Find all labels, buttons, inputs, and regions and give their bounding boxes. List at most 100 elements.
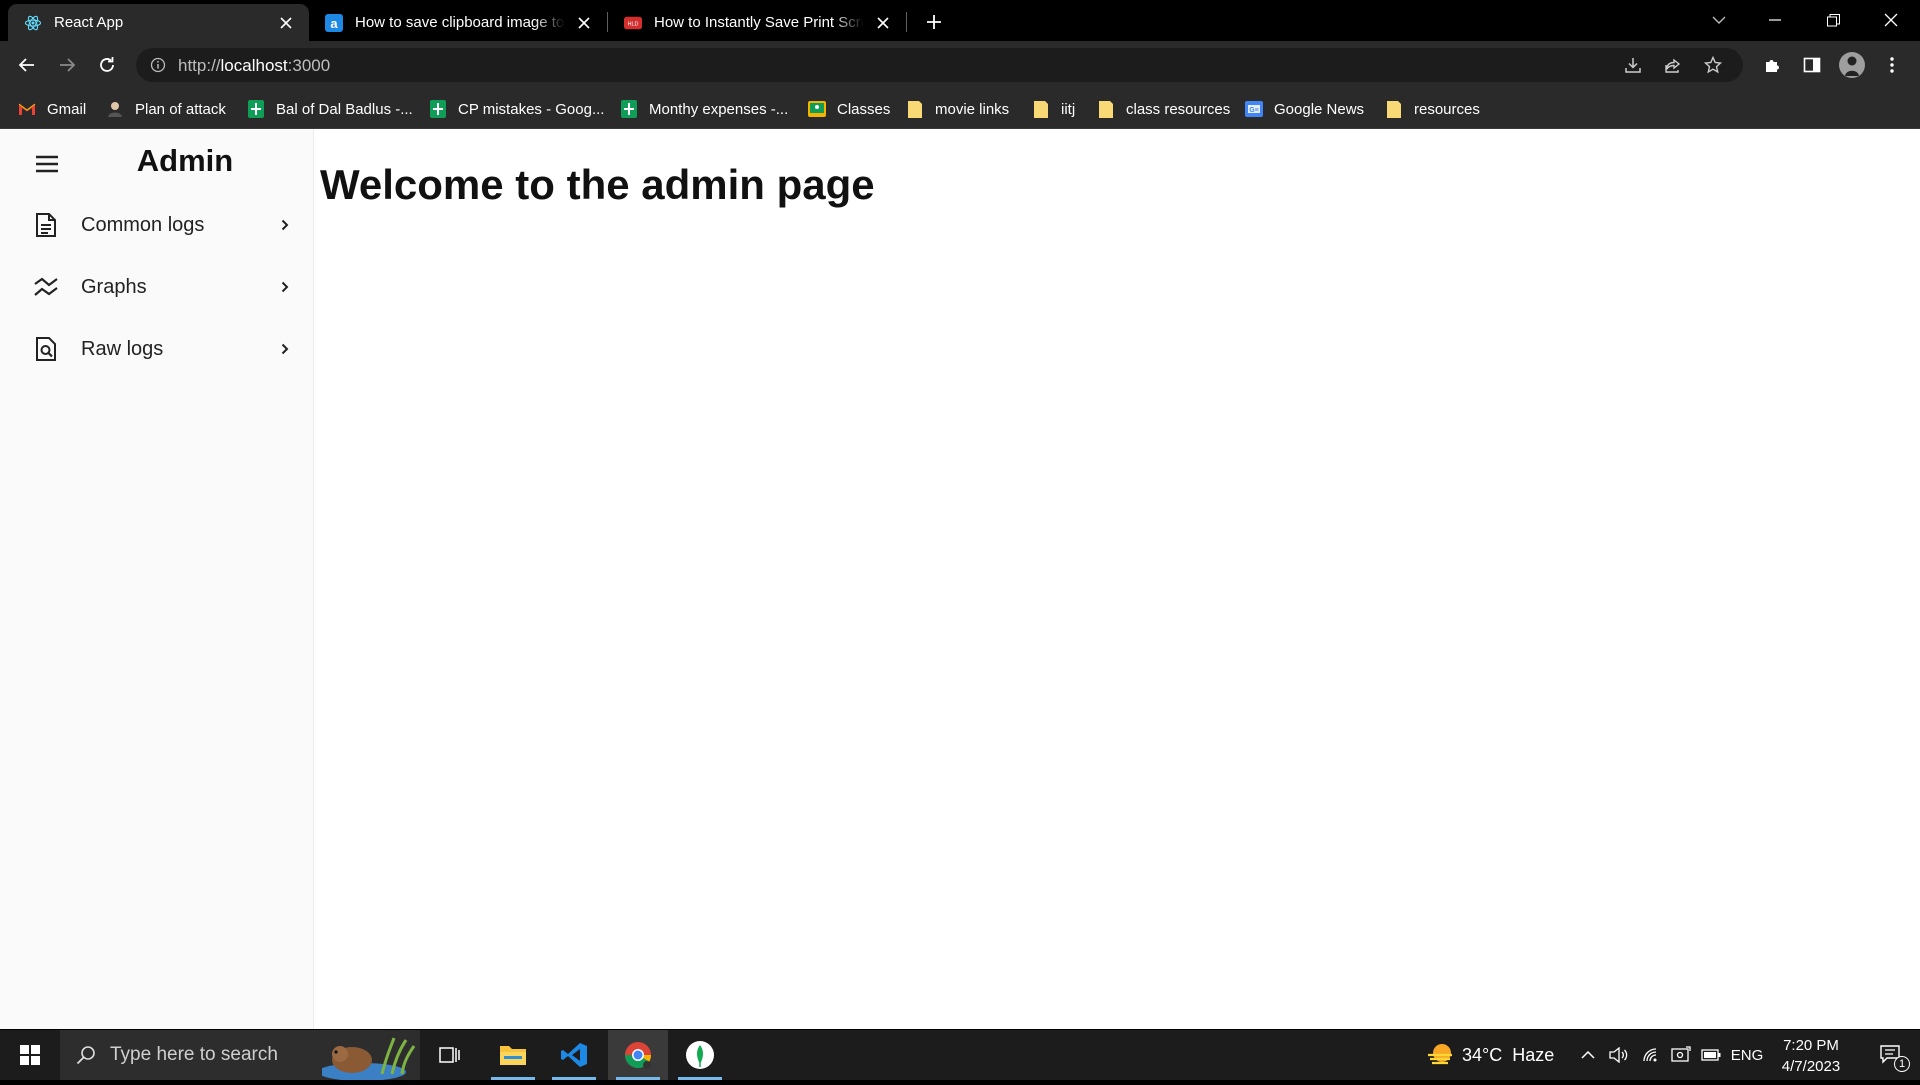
chevron-right-icon <box>278 342 292 356</box>
install-app-icon[interactable] <box>1624 56 1642 79</box>
address-bar[interactable]: http://localhost:3000 <box>136 48 1743 82</box>
restore-button[interactable] <box>1805 0 1861 40</box>
page-viewport: Admin Common logs Graphs Raw logs Welcom… <box>0 129 1920 1029</box>
windows-taskbar: Type here to search 34°C Haze ENG 7:20 P… <box>0 1030 1920 1081</box>
bookmark-class-resources[interactable]: class resources <box>1097 97 1230 121</box>
forward-button[interactable] <box>51 49 83 81</box>
bookmark-gmail[interactable]: Gmail <box>18 97 86 121</box>
nav-item-graphs[interactable]: Graphs <box>0 261 314 313</box>
sheets-icon <box>620 100 638 118</box>
weather-temperature: 34°C <box>1462 1045 1503 1065</box>
clock[interactable]: 7:20 PM 4/7/2023 <box>1766 1035 1856 1077</box>
profile-avatar[interactable] <box>1836 49 1868 81</box>
browser-tab-strip: React App a How to save clipboard image … <box>0 0 1920 41</box>
document-icon <box>32 211 60 239</box>
svg-text:HLD: HLD <box>628 21 639 27</box>
folder-icon <box>1032 100 1050 118</box>
wifi-icon <box>1643 1048 1657 1062</box>
nav-item-label: Raw logs <box>81 337 164 360</box>
search-document-icon <box>32 335 60 363</box>
extensions-button[interactable] <box>1756 49 1788 81</box>
tray-overflow-button[interactable] <box>1576 1030 1600 1080</box>
vscode-icon <box>561 1043 587 1067</box>
notification-center-button[interactable]: 1 <box>1866 1030 1916 1080</box>
bookmark-label: Google News <box>1274 100 1365 118</box>
minimize-button[interactable] <box>1747 0 1803 40</box>
volume-button[interactable] <box>1606 1030 1632 1080</box>
taskbar-vscode[interactable] <box>544 1030 604 1080</box>
side-panel-icon <box>1803 57 1821 73</box>
taskbar-mongodb-compass[interactable] <box>670 1030 730 1080</box>
tab-print-screen-video[interactable]: HLD How to Instantly Save Print Screen <box>608 4 906 41</box>
kebab-menu-icon <box>1890 57 1894 73</box>
device-icon <box>1671 1046 1691 1062</box>
clock-date: 4/7/2023 <box>1781 1058 1841 1075</box>
language-indicator[interactable]: ENG <box>1728 1030 1766 1080</box>
svg-text:G≡: G≡ <box>1249 107 1259 114</box>
share-icon[interactable] <box>1664 56 1682 79</box>
back-button[interactable] <box>11 49 43 81</box>
nav-item-common-logs[interactable]: Common logs <box>0 199 314 251</box>
page-heading: Welcome to the admin page <box>320 161 875 208</box>
new-tab-button[interactable] <box>920 8 948 36</box>
a-icon: a <box>325 13 343 32</box>
battery-icon <box>1701 1049 1721 1061</box>
bookmark-cp-mistakes[interactable]: CP mistakes - Goog... <box>429 97 604 121</box>
bookmark-bal-of-dal[interactable]: Bal of Dal Badlus -... <box>247 97 413 121</box>
folder-icon <box>500 1046 526 1065</box>
task-view-button[interactable] <box>420 1030 480 1080</box>
close-icon[interactable] <box>275 12 297 34</box>
tab-search-button[interactable] <box>1691 0 1747 40</box>
tab-separator <box>906 12 907 32</box>
bookmark-iitj[interactable]: iitj <box>1032 97 1075 121</box>
bookmark-movie-links[interactable]: movie links <box>906 97 1009 121</box>
tab-clipboard-article[interactable]: a How to save clipboard image to file <box>309 4 607 41</box>
taskbar-search-box[interactable]: Type here to search <box>60 1030 420 1081</box>
bookmark-google-news[interactable]: G≡ Google News <box>1245 97 1364 121</box>
windows-icon <box>20 1045 40 1065</box>
nav-item-raw-logs[interactable]: Raw logs <box>0 323 314 375</box>
bookmark-plan-of-attack[interactable]: Plan of attack <box>106 97 226 121</box>
avatar-icon <box>106 100 124 118</box>
app-title: Admin <box>136 143 234 178</box>
task-view-icon <box>439 1047 460 1063</box>
close-window-button[interactable] <box>1863 0 1919 40</box>
url-scheme: http:// <box>178 56 221 75</box>
video-icon: HLD <box>624 14 642 32</box>
bookmark-label: class resources <box>1126 100 1231 118</box>
bookmark-classes[interactable]: Classes <box>808 97 890 121</box>
tab-title: React App <box>54 14 124 31</box>
browser-toolbar: http://localhost:3000 <box>0 41 1920 89</box>
start-button[interactable] <box>0 1030 60 1080</box>
news-icon: G≡ <box>1245 100 1263 118</box>
chevron-down-icon <box>1712 16 1726 24</box>
info-icon[interactable] <box>150 57 166 78</box>
bookmark-resources[interactable]: resources <box>1385 97 1480 121</box>
battery-button[interactable] <box>1698 1030 1724 1080</box>
taskbar-file-explorer[interactable] <box>483 1030 543 1080</box>
chrome-icon <box>624 1042 652 1069</box>
device-button[interactable] <box>1668 1030 1694 1080</box>
bookmark-label: CP mistakes - Goog... <box>458 100 605 118</box>
browser-menu-button[interactable] <box>1876 49 1908 81</box>
star-icon[interactable] <box>1703 55 1723 79</box>
close-icon[interactable] <box>872 12 894 34</box>
weather-widget[interactable]: 34°C Haze <box>1462 1045 1554 1066</box>
nav-item-label: Graphs <box>81 275 147 298</box>
restore-icon <box>1826 13 1840 26</box>
tab-title: How to save clipboard image to file <box>355 14 565 31</box>
network-button[interactable] <box>1638 1030 1664 1080</box>
tab-react-app[interactable]: React App <box>8 4 309 41</box>
side-panel-button[interactable] <box>1796 49 1828 81</box>
folder-icon <box>1385 100 1403 118</box>
weather-icon[interactable] <box>1420 1030 1460 1080</box>
bookmark-monthly-expenses[interactable]: Monthy expenses -... <box>620 97 788 121</box>
bookmark-label: Monthy expenses -... <box>649 100 789 118</box>
taskbar-chrome[interactable] <box>608 1030 668 1080</box>
bookmarks-bar: Gmail Plan of attack Bal of Dal Badlus -… <box>0 89 1920 129</box>
notification-count-badge: 1 <box>1894 1056 1910 1072</box>
reload-button[interactable] <box>91 49 123 81</box>
close-icon[interactable] <box>573 12 595 34</box>
chevron-up-icon <box>1581 1051 1595 1059</box>
bookmark-label: Gmail <box>47 100 87 118</box>
